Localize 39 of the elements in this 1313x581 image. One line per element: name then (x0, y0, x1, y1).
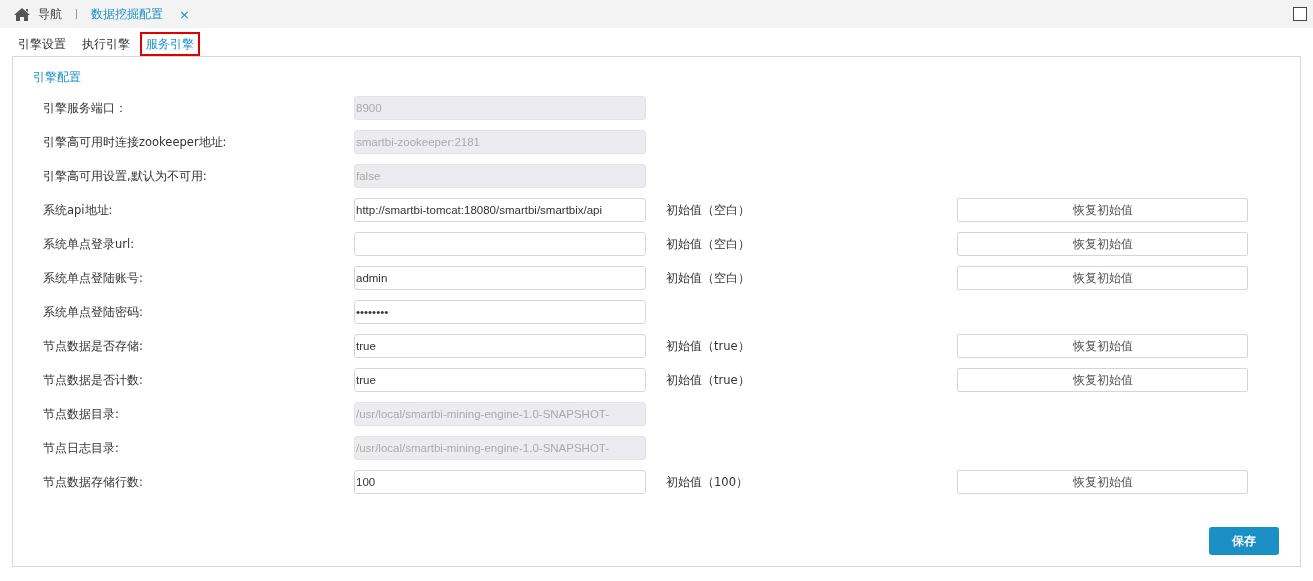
initial-value: 初始值（100） (666, 474, 749, 490)
reset-button[interactable]: 恢复初始值 (957, 266, 1248, 290)
reset-button[interactable]: 恢复初始值 (957, 334, 1248, 358)
initial-value: 初始值（true） (666, 372, 751, 388)
field-label: 节点数据目录: (43, 406, 120, 422)
field-label: 系统单点登陆密码: (43, 304, 144, 320)
nav-link[interactable]: 导航 (38, 5, 62, 23)
input-field[interactable]: 100 (354, 470, 646, 494)
input-field[interactable]: •••••••• (354, 300, 646, 324)
initial-value: 初始值（空白） (666, 202, 751, 218)
initial-value: 初始值（true） (666, 338, 751, 354)
field-label: 节点数据存储行数: (43, 474, 144, 490)
input-field[interactable] (354, 232, 646, 256)
field-label: 引擎高可用设置,默认为不可用: (43, 168, 208, 184)
section-title: 引擎配置 (33, 69, 82, 86)
field-label: 节点日志目录: (43, 440, 120, 456)
field-label: 节点数据是否存储: (43, 338, 144, 354)
home-icon[interactable] (14, 7, 30, 21)
input-field[interactable]: true (354, 368, 646, 392)
field-label: 引擎高可用时连接zookeeper地址: (43, 134, 228, 150)
input-field[interactable]: admin (354, 266, 646, 290)
initial-value: 初始值（空白） (666, 236, 751, 252)
reset-button[interactable]: 恢复初始值 (957, 368, 1248, 392)
input-field[interactable]: true (354, 334, 646, 358)
reset-button[interactable]: 恢复初始值 (957, 198, 1248, 222)
maximize-icon[interactable] (1293, 7, 1307, 21)
tab[interactable]: 服务引擎 (140, 32, 200, 56)
save-button[interactable]: 保存 (1209, 527, 1279, 555)
tab[interactable]: 执行引擎 (76, 32, 136, 56)
initial-value: 初始值（空白） (666, 270, 751, 286)
field-label: 系统api地址: (43, 202, 114, 218)
field-label: 节点数据是否计数: (43, 372, 144, 388)
field-label: 系统单点登录url: (43, 236, 136, 252)
reset-button[interactable]: 恢复初始值 (957, 232, 1248, 256)
field-label: 引擎服务端口： (43, 100, 128, 116)
input-field[interactable]: http://smartbi-tomcat:18080/smartbi/smartbix/api (354, 198, 646, 222)
reset-button[interactable]: 恢复初始值 (957, 470, 1248, 494)
field-label: 系统单点登陆账号: (43, 270, 144, 286)
tab[interactable]: 引擎设置 (12, 32, 72, 56)
